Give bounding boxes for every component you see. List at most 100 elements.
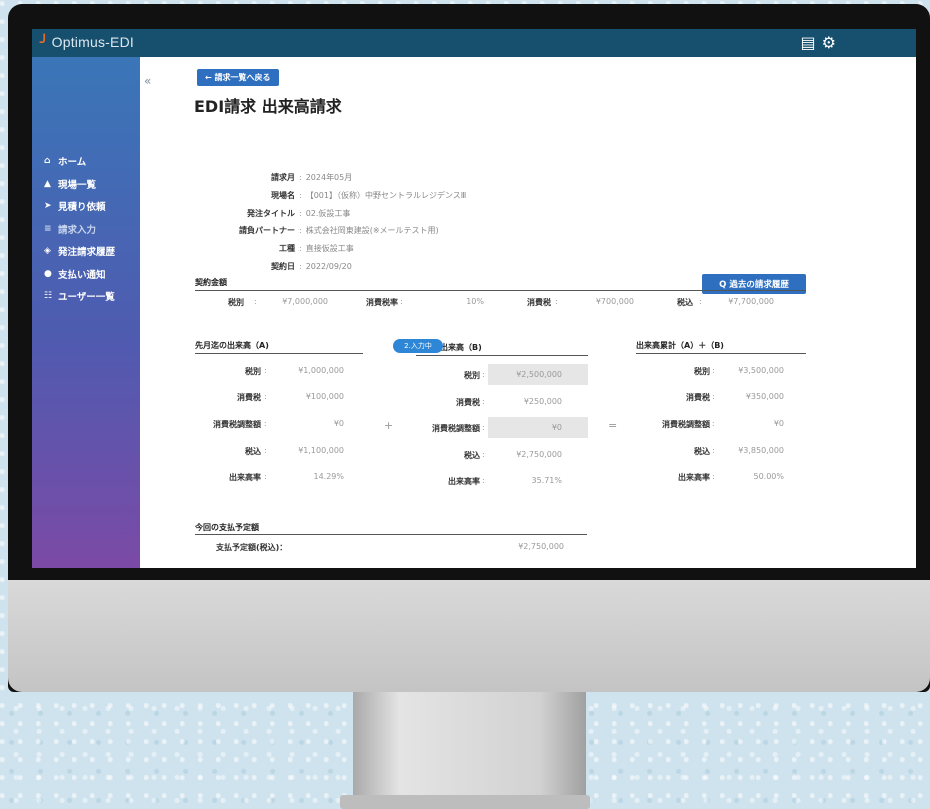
contract-rate-value: 10%	[466, 297, 484, 306]
app-logo[interactable]: ╯ Optimus-EDI	[40, 34, 134, 51]
gear-icon[interactable]: ⚙	[822, 33, 836, 52]
monitor-chin	[8, 580, 930, 692]
sidebar-item-label: 現場一覧	[58, 179, 97, 191]
row-label: 税込	[245, 447, 261, 456]
contract-tax-ex-value: ¥7,000,000	[282, 297, 328, 306]
invoice-info: 請求月:2024年05月 現場名: 【001】（仮称）中野セントラルレジデンスⅢ …	[192, 169, 466, 275]
row-label: 消費税	[456, 398, 480, 407]
divider	[195, 290, 806, 291]
info-row: 工種: 直接仮設工事	[192, 240, 466, 258]
row-label: 消費税	[686, 393, 710, 402]
row-value: ¥2,500,000	[516, 370, 562, 379]
past-invoice-history-button[interactable]: Q 過去の請求履歴	[702, 274, 806, 294]
row-value: ¥3,850,000	[738, 446, 784, 455]
contract-tax-ex-label: 税別	[228, 298, 244, 307]
row-label: 税込	[464, 451, 480, 460]
logo-mark: ╯	[40, 34, 49, 50]
book-icon[interactable]: ▤	[801, 33, 816, 52]
info-label: 現場名	[271, 191, 295, 201]
contract-tax-in-label: 税込	[677, 298, 693, 307]
info-value: 直接仮設工事	[305, 244, 354, 254]
site-icon: ▲	[44, 178, 51, 189]
sidebar-item-invoice[interactable]: ≡ 請求入力	[44, 218, 115, 241]
monitor-stand	[353, 692, 586, 809]
contract-tax-in-value: ¥7,700,000	[728, 297, 774, 306]
sidebar: ⌂ ホーム ▲ 現場一覧 ➤ 見積り依頼 ≡ 請求入力 ◈ 発注請求履歴 ● 支払い通知 ☷…	[32, 57, 140, 568]
row-value: 14.29%	[313, 472, 344, 481]
row-label: 出来高率	[448, 477, 480, 486]
invoice-icon: ≡	[44, 223, 52, 234]
info-row: 請負パートナー: 株式会社岡東建設(※メールテスト用)	[192, 222, 466, 240]
notice-icon: ●	[44, 268, 52, 279]
sidebar-item-home[interactable]: ⌂ ホーム	[44, 150, 115, 173]
row-value: 50.00%	[753, 472, 784, 481]
contract-section-title: 契約金額	[195, 278, 227, 287]
status-badge: 2.入力中	[393, 339, 443, 353]
row-value: ¥250,000	[523, 397, 562, 406]
row-value: ¥350,000	[745, 392, 784, 401]
info-value: 【001】（仮称）中野セントラルレジデンスⅢ	[305, 191, 467, 201]
sidebar-nav: ⌂ ホーム ▲ 現場一覧 ➤ 見積り依頼 ≡ 請求入力 ◈ 発注請求履歴 ● 支払い通知 ☷…	[44, 150, 115, 308]
row-label: 消費税	[237, 393, 261, 402]
sidebar-item-label: 支払い通知	[58, 269, 106, 281]
row-value: ¥3,500,000	[738, 366, 784, 375]
back-to-list-button[interactable]: ← 請求一覧へ戻る	[197, 69, 279, 86]
info-row: 現場名: 【001】（仮称）中野セントラルレジデンスⅢ	[192, 187, 466, 205]
sidebar-item-notice[interactable]: ● 支払い通知	[44, 263, 115, 286]
page-title: EDI請求 出来高請求	[194, 97, 342, 116]
row-label: 出来高率	[229, 473, 261, 482]
main-content: ← 請求一覧へ戻る EDI請求 出来高請求 請求月:2024年05月 現場名: 【…	[192, 57, 916, 568]
sidebar-item-users[interactable]: ☷ ユーザー一覧	[44, 285, 115, 308]
row-label: 税別	[245, 367, 261, 376]
row-value: ¥0	[551, 423, 562, 432]
info-label: 発注タイトル	[247, 208, 295, 218]
info-label: 請負パートナー	[239, 226, 295, 236]
sidebar-item-label: 見積り依頼	[58, 202, 106, 214]
row-value: ¥2,750,000	[516, 450, 562, 459]
payment-value: ¥2,750,000	[518, 542, 564, 551]
info-label: 請求月	[271, 173, 295, 183]
info-value: 02.仮設工事	[305, 208, 351, 218]
info-row: 発注タイトル:02.仮設工事	[192, 204, 466, 222]
app-screen: ╯ Optimus-EDI ▤ ⚙ ⌂ ホーム ▲ 現場一覧 ➤ 見積り依頼 ≡ 請求入力 …	[32, 29, 916, 568]
users-icon: ☷	[44, 291, 53, 302]
equals-operator: =	[608, 419, 618, 432]
monitor-stand-foot	[340, 795, 590, 809]
sidebar-item-label: ユーザー一覧	[58, 292, 115, 304]
row-value: ¥1,100,000	[298, 446, 344, 455]
divider	[195, 534, 587, 535]
info-label: 工種	[279, 244, 295, 254]
col-a-title: 先月迄の出来高（A)	[195, 341, 269, 350]
sidebar-item-sites[interactable]: ▲ 現場一覧	[44, 173, 115, 196]
sidebar-item-label: ホーム	[58, 157, 87, 169]
home-icon: ⌂	[44, 156, 51, 167]
contract-tax-value: ¥700,000	[595, 297, 634, 306]
row-value: ¥0	[333, 419, 344, 428]
row-label: 税込	[694, 447, 710, 456]
info-label: 契約日	[271, 261, 295, 271]
row-value: 35.71%	[531, 476, 562, 485]
col-c-title: 出来高累計（A）＋（B)	[636, 341, 724, 350]
info-value: 2022/09/20	[305, 261, 352, 271]
row-label: 税別	[464, 371, 480, 380]
sidebar-item-history[interactable]: ◈ 発注請求履歴	[44, 240, 115, 263]
info-value: 2024年05月	[305, 173, 353, 183]
payment-section-title: 今回の支払予定額	[195, 523, 259, 532]
row-label: 出来高率	[678, 473, 710, 482]
sidebar-item-label: 発注請求履歴	[58, 247, 116, 259]
logo-text: Optimus-EDI	[51, 34, 134, 50]
top-bar: ╯ Optimus-EDI ▤ ⚙	[32, 29, 916, 57]
row-label: 消費税調整額	[662, 420, 710, 429]
sidebar-item-estimate[interactable]: ➤ 見積り依頼	[44, 195, 115, 218]
divider	[195, 353, 363, 354]
row-value: ¥1,000,000	[298, 366, 344, 375]
info-row: 契約日:2022/09/20	[192, 257, 466, 275]
plus-operator: +	[384, 419, 394, 432]
row-label: 消費税調整額	[432, 424, 480, 433]
row-label: 消費税調整額	[213, 420, 261, 429]
divider	[416, 355, 588, 356]
contract-tax-label: 消費税	[527, 298, 551, 307]
divider	[636, 353, 806, 354]
sidebar-collapse-button[interactable]: «	[144, 74, 151, 88]
payment-label: 支払予定額(税込)：	[216, 543, 288, 552]
